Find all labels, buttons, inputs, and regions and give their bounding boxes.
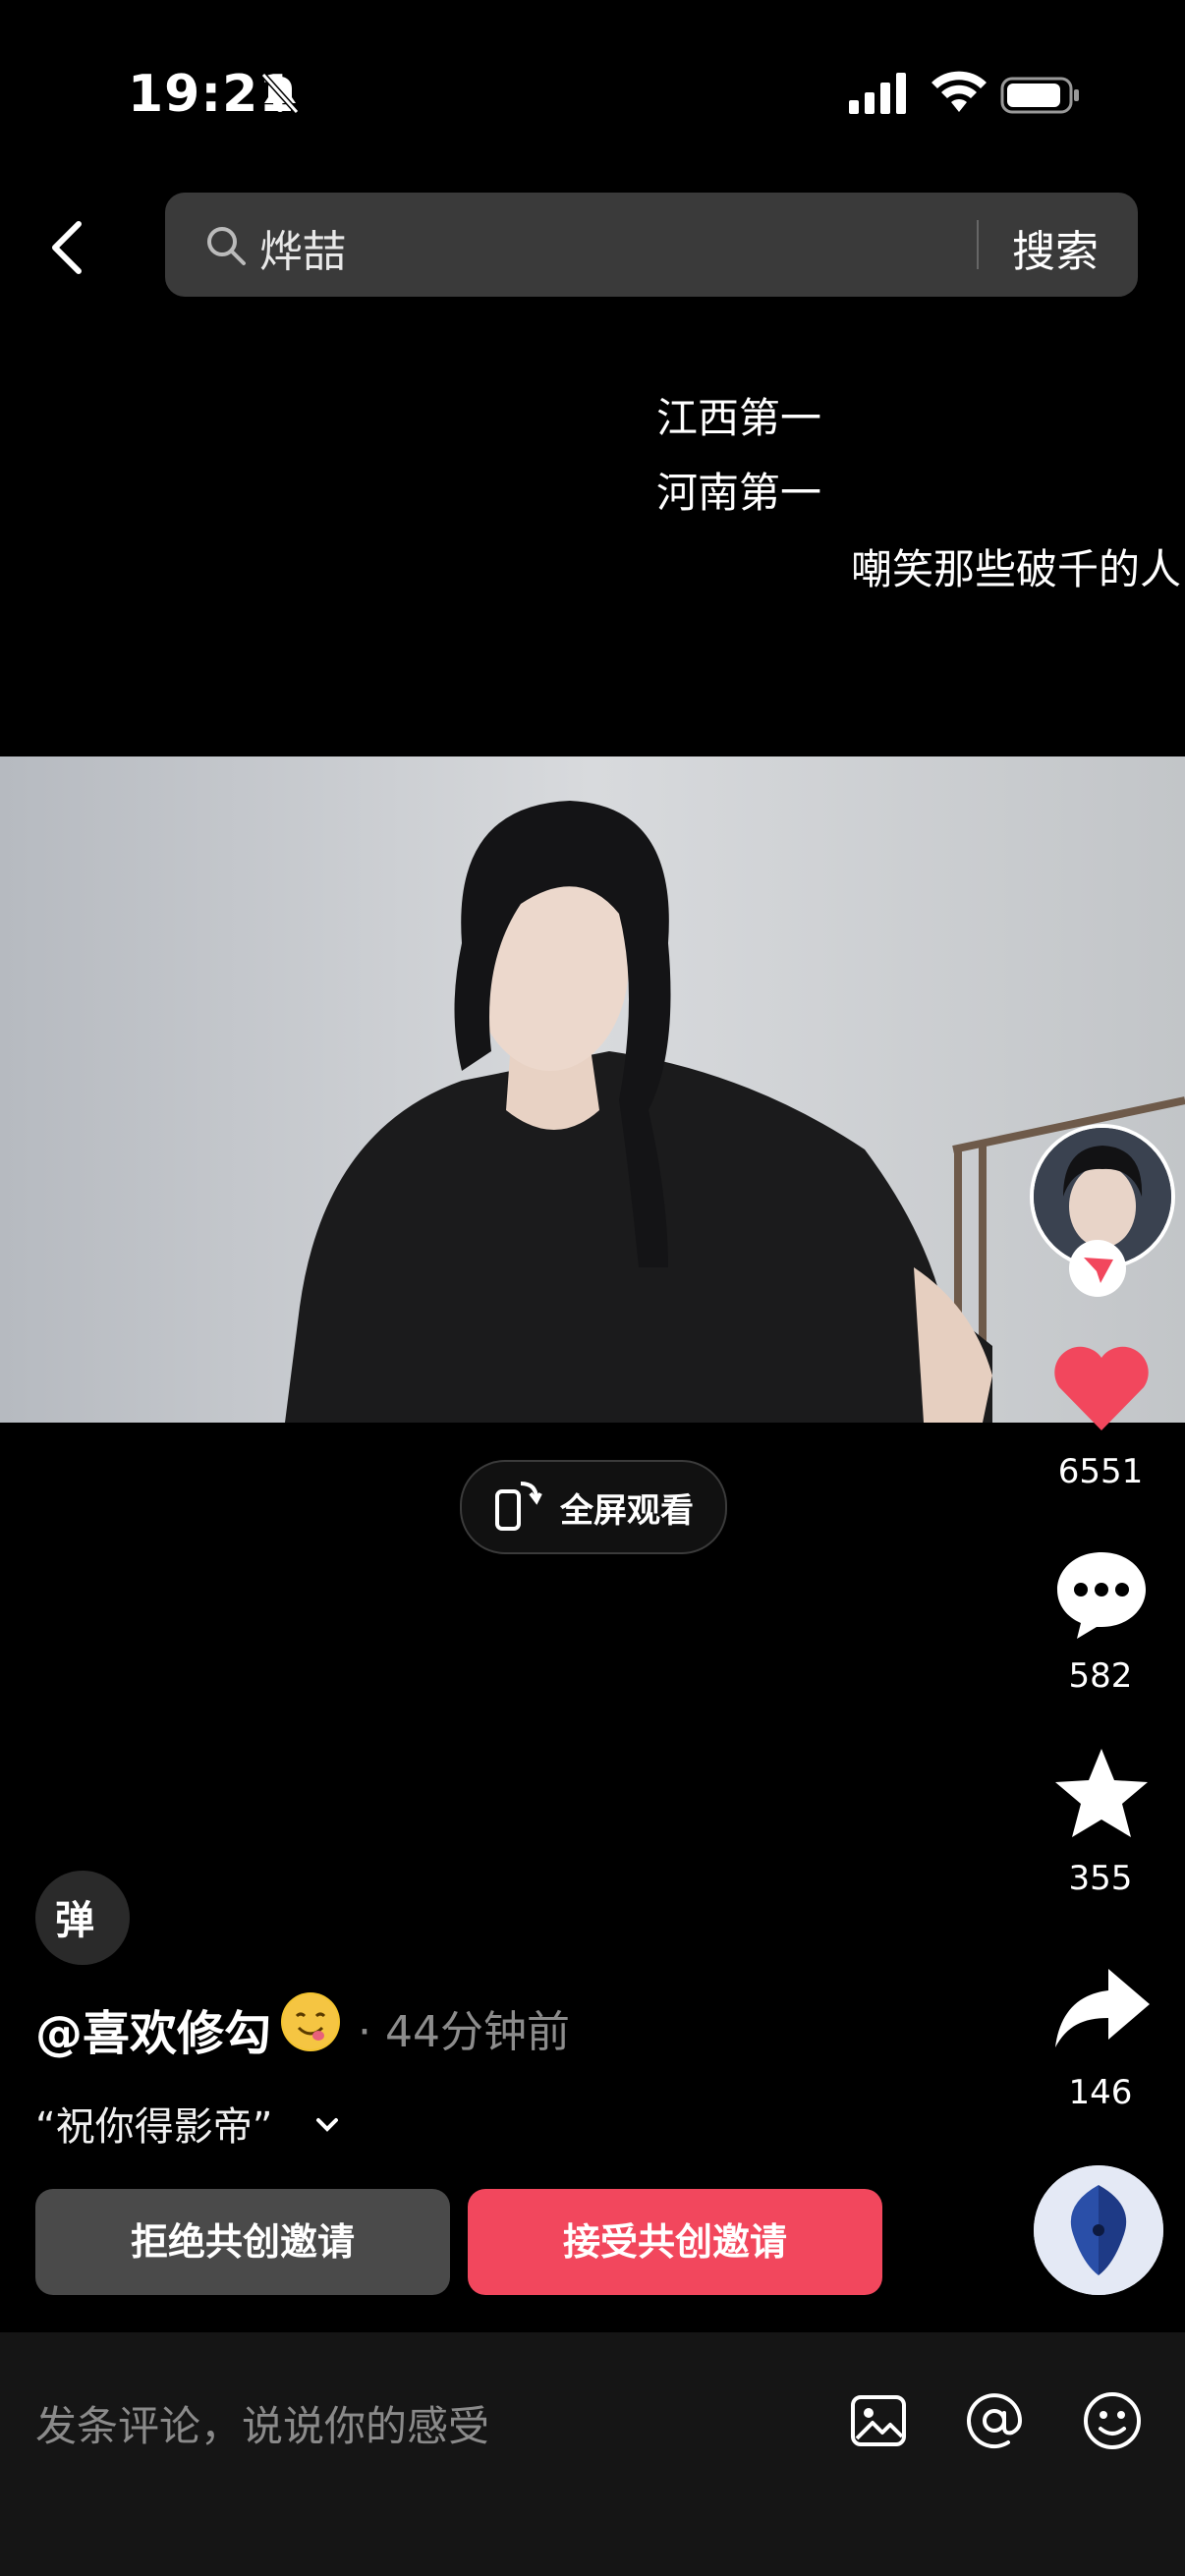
music-cover-image xyxy=(1034,2165,1163,2295)
danmaku-toggle-label: 弹 xyxy=(55,1898,94,1943)
danmaku-comment: 江西第一 xyxy=(656,394,822,442)
favorite-star-icon[interactable] xyxy=(1047,1745,1156,1843)
reject-cocreate-button[interactable]: 拒绝共创邀请 xyxy=(35,2189,450,2295)
battery-icon xyxy=(1000,77,1079,114)
share-arrow-icon[interactable] xyxy=(1047,1961,1156,2059)
danmaku-comment: 嘲笑那些破千的人 xyxy=(851,545,1182,593)
comment-bubble-icon[interactable] xyxy=(1047,1544,1156,1643)
search-divider xyxy=(977,220,979,269)
music-disc[interactable] xyxy=(1034,2165,1163,2295)
comment-input[interactable]: 发条评论，说说你的感受 xyxy=(35,2393,489,2453)
fullscreen-label: 全屏观看 xyxy=(560,1491,694,1531)
like-heart-icon[interactable] xyxy=(1047,1340,1156,1438)
like-count: 6551 xyxy=(1057,1452,1144,1491)
search-icon xyxy=(207,227,246,265)
follow-arrow-icon xyxy=(1084,1258,1113,1283)
video-frame-image xyxy=(0,756,1185,1423)
search-input[interactable]: 烨喆 xyxy=(259,216,346,279)
image-picker-icon[interactable] xyxy=(847,2389,910,2452)
wifi-icon xyxy=(931,71,987,112)
emoji-face-icon[interactable] xyxy=(1081,2389,1144,2452)
author-name[interactable]: @喜欢修勾 xyxy=(35,1994,271,2063)
video-player[interactable] xyxy=(0,756,1185,1423)
danmaku-comment: 河南第一 xyxy=(656,469,822,517)
share-count: 146 xyxy=(1068,2073,1133,2112)
yum-face-emoji-icon xyxy=(281,1992,340,2051)
cellular-signal-icon xyxy=(849,73,906,114)
chevron-down-icon[interactable] xyxy=(314,2112,340,2138)
back-chevron-icon[interactable] xyxy=(47,218,86,277)
favorite-count: 355 xyxy=(1068,1859,1133,1898)
post-time: · 44分钟前 xyxy=(358,2007,570,2057)
follow-badge[interactable] xyxy=(1069,1240,1126,1297)
search-button[interactable]: 搜索 xyxy=(1012,216,1099,279)
comment-bar xyxy=(0,2332,1185,2576)
mute-bell-icon xyxy=(260,72,300,115)
accept-cocreate-button[interactable]: 接受共创邀请 xyxy=(468,2189,882,2295)
rotate-fullscreen-icon xyxy=(495,1482,542,1531)
comment-count: 582 xyxy=(1068,1656,1133,1696)
mention-at-icon[interactable] xyxy=(963,2389,1026,2452)
post-caption[interactable]: “祝你得影帝” xyxy=(35,2095,272,2152)
